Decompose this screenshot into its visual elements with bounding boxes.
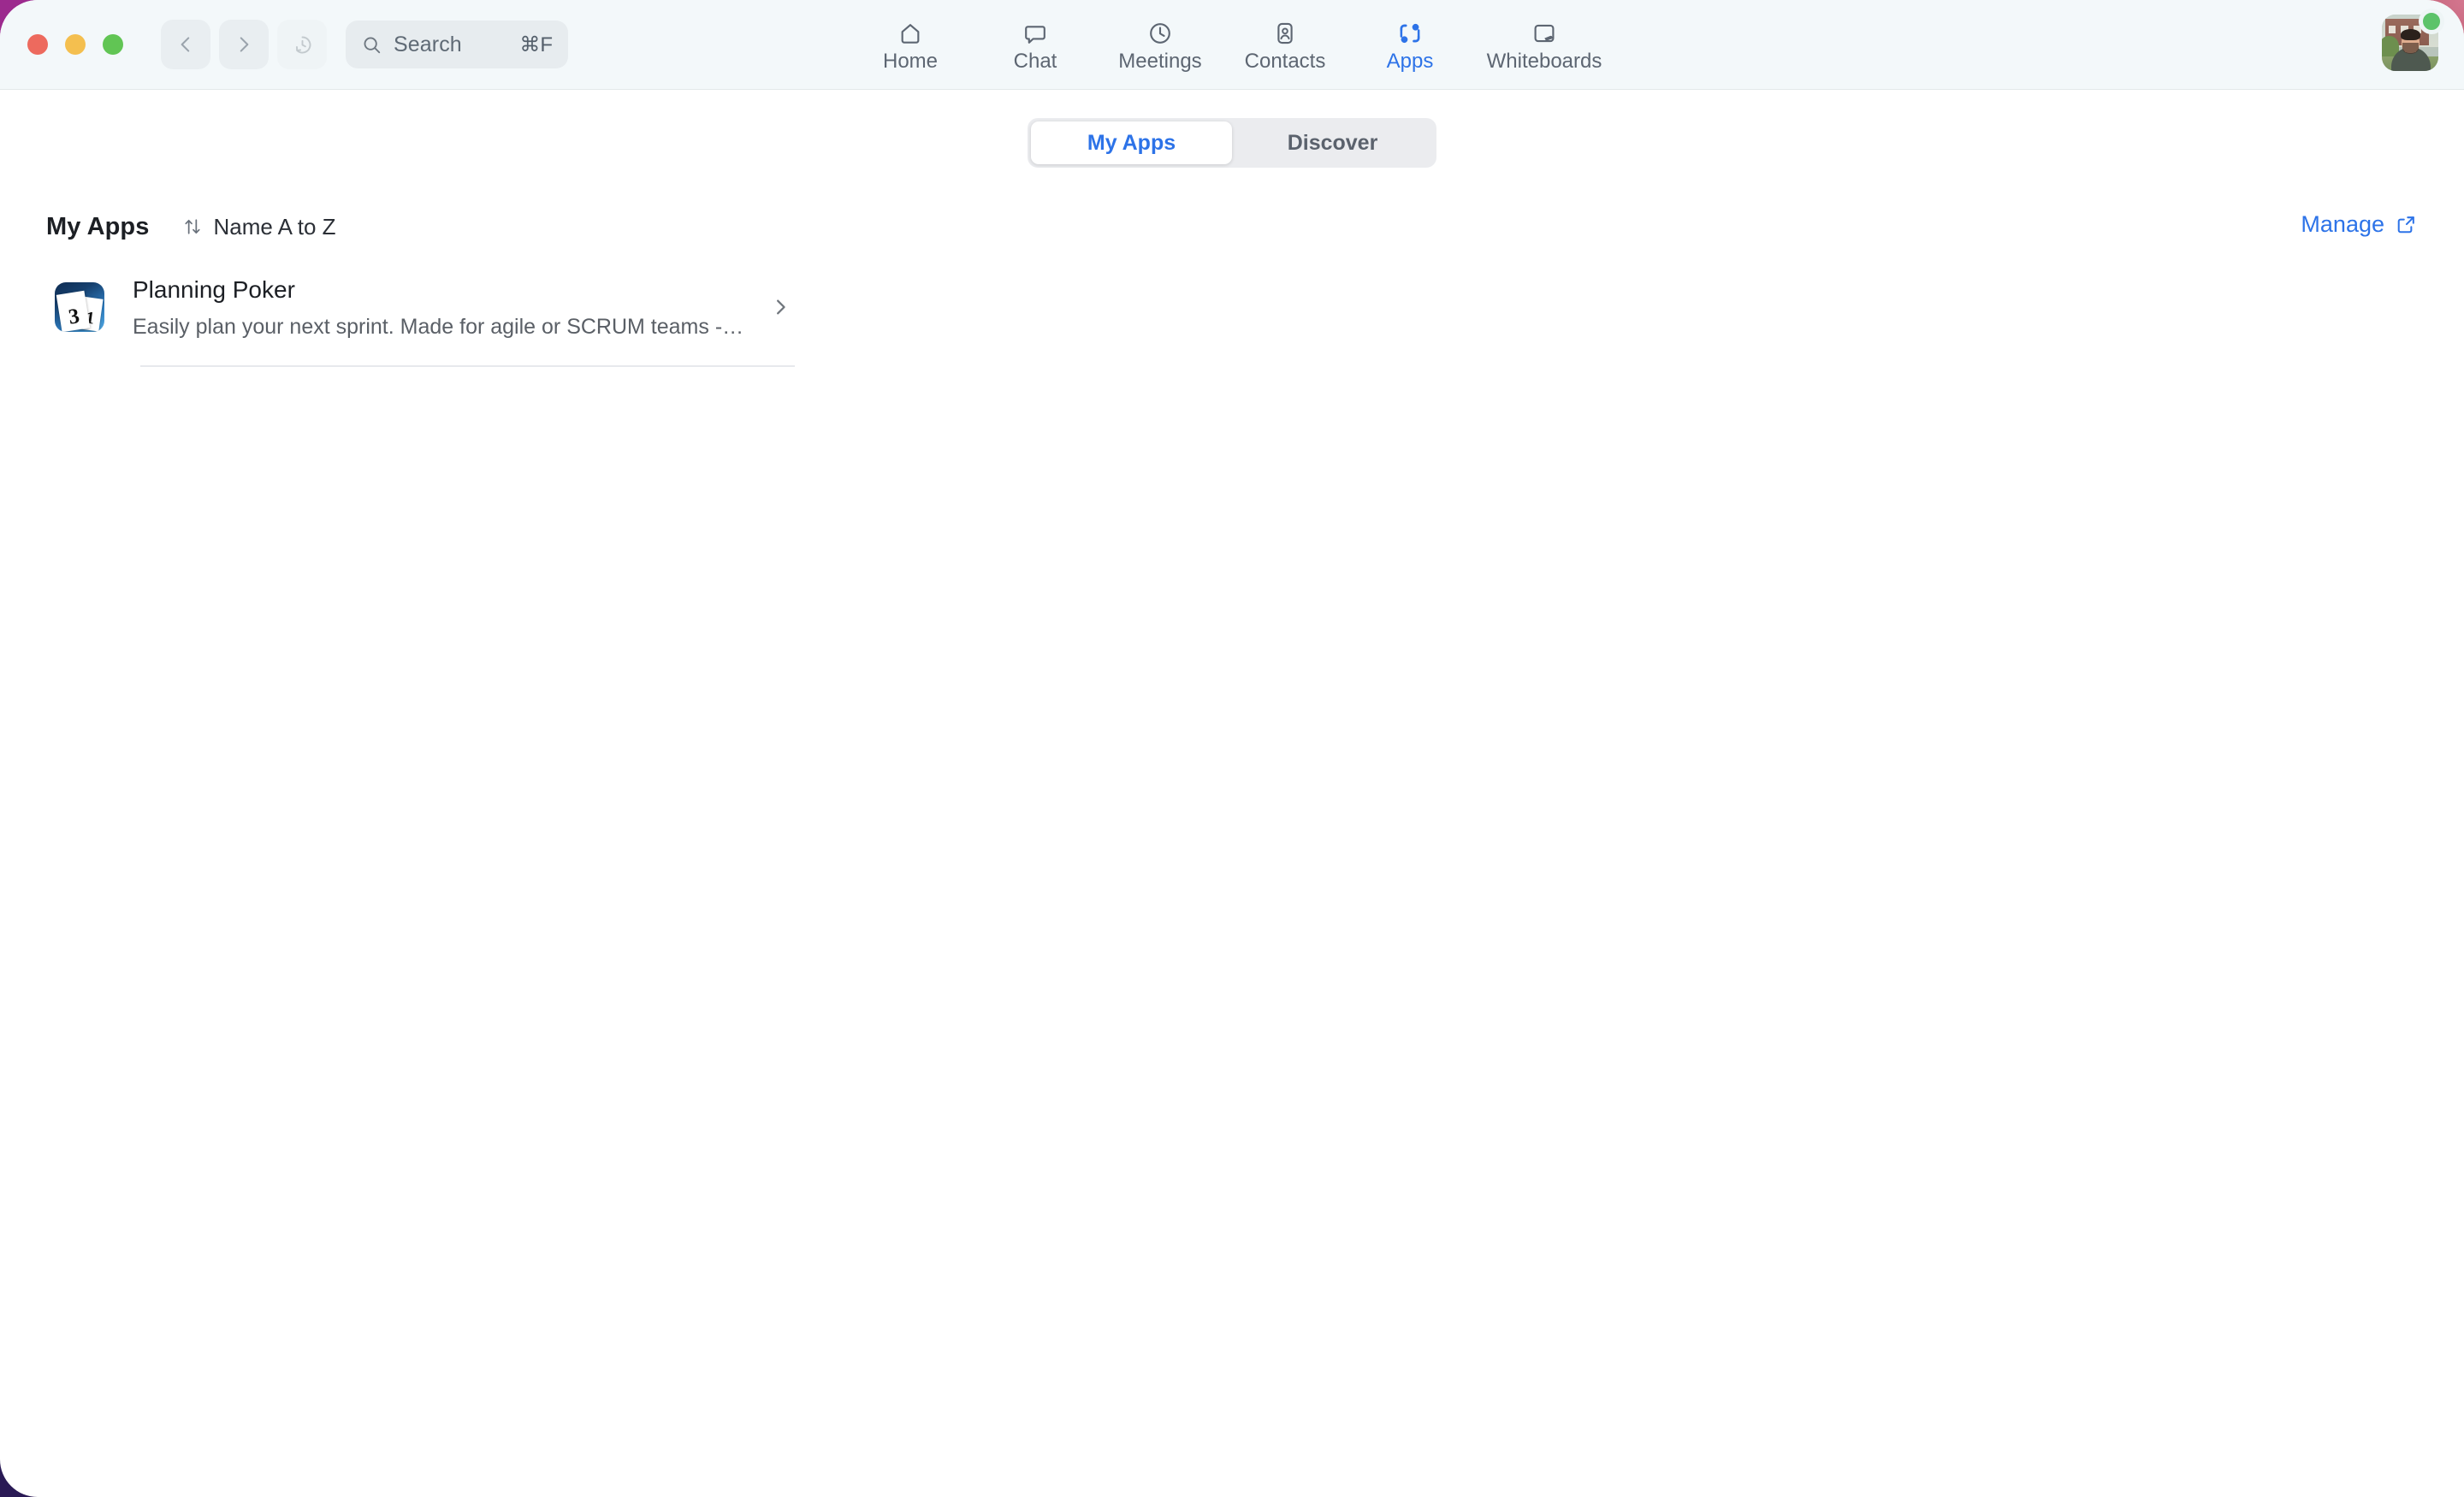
- chat-bubble-icon: [1022, 18, 1049, 47]
- apps-icon: [1396, 18, 1424, 47]
- sort-control[interactable]: Name A to Z: [181, 213, 336, 240]
- poker-card-front: 3: [56, 290, 91, 332]
- nav-tab-home-label: Home: [882, 50, 939, 73]
- nav-tab-home[interactable]: Home: [848, 0, 973, 90]
- segmented-control: My Apps Discover: [1028, 118, 1436, 168]
- avatar[interactable]: [2382, 9, 2444, 71]
- contact-card-icon: [1271, 18, 1299, 47]
- page-title: My Apps: [46, 212, 150, 240]
- section-header: My Apps Name A to Z Manage: [46, 196, 2418, 257]
- list-divider: [140, 365, 795, 367]
- tab-discover-label: Discover: [1287, 130, 1378, 155]
- nav-tab-meetings-label: Meetings: [1118, 50, 1202, 73]
- nav-tab-whiteboards-label: Whiteboards: [1486, 50, 1602, 73]
- back-button[interactable]: [161, 20, 210, 69]
- nav-tab-meetings[interactable]: Meetings: [1098, 0, 1223, 90]
- apps-view-switcher: My Apps Discover: [0, 90, 2464, 196]
- clock-rewind-icon: [295, 36, 311, 53]
- nav-tab-chat-label: Chat: [1013, 50, 1057, 73]
- open-app-button[interactable]: [769, 296, 791, 318]
- navigation-buttons: [161, 20, 327, 69]
- close-window-button[interactable]: [27, 34, 48, 55]
- search-input[interactable]: Search ⌘F: [346, 21, 568, 68]
- nav-tab-apps-label: Apps: [1386, 50, 1434, 73]
- main-content: My Apps Name A to Z Manage 1 3 Planning …: [0, 196, 2464, 367]
- status-badge: [2419, 9, 2444, 34]
- nav-tab-whiteboards[interactable]: Whiteboards: [1472, 0, 1616, 90]
- app-description: Easily plan your next sprint. Made for a…: [133, 315, 749, 339]
- whiteboard-icon: [1531, 18, 1558, 47]
- window-controls: [27, 34, 123, 55]
- main-navigation: Home Chat Meetings Contacts Apps Whitebo…: [848, 0, 1616, 90]
- sort-label: Name A to Z: [213, 213, 336, 240]
- chevron-right-icon: [777, 299, 785, 315]
- manage-link[interactable]: Manage: [2301, 211, 2418, 238]
- tab-my-apps-label: My Apps: [1087, 130, 1176, 155]
- nav-tab-chat[interactable]: Chat: [973, 0, 1098, 90]
- search-placeholder: Search: [394, 32, 462, 56]
- nav-tab-apps[interactable]: Apps: [1348, 0, 1472, 90]
- manage-label: Manage: [2301, 211, 2384, 237]
- home-icon: [897, 18, 924, 47]
- history-button[interactable]: [277, 20, 327, 69]
- forward-button[interactable]: [219, 20, 269, 69]
- planning-poker-icon: 1 3: [55, 282, 104, 332]
- titlebar: Search ⌘F Home Chat Meetings Contacts Ap…: [0, 0, 2464, 90]
- search-shortcut-hint: ⌘F: [519, 33, 553, 56]
- app-name: Planning Poker: [133, 276, 295, 303]
- sort-arrows-icon: [185, 219, 201, 234]
- nav-tab-contacts[interactable]: Contacts: [1223, 0, 1348, 90]
- apps-list: 1 3 Planning Poker Easily plan your next…: [46, 275, 2418, 367]
- chevron-right-icon: [240, 37, 249, 52]
- nav-tab-contacts-label: Contacts: [1244, 50, 1326, 73]
- app-details: Planning Poker Easily plan your next spr…: [133, 275, 749, 340]
- clock-icon: [1146, 18, 1174, 47]
- external-link-icon: [2397, 216, 2414, 234]
- minimize-window-button[interactable]: [65, 34, 86, 55]
- list-item[interactable]: 1 3 Planning Poker Easily plan your next…: [46, 275, 2418, 340]
- tab-my-apps[interactable]: My Apps: [1031, 121, 1232, 164]
- tab-discover[interactable]: Discover: [1232, 121, 1433, 164]
- chevron-left-icon: [181, 37, 190, 52]
- maximize-window-button[interactable]: [103, 34, 123, 55]
- search-icon: [364, 37, 381, 53]
- zoom-app-window: Search ⌘F Home Chat Meetings Contacts Ap…: [0, 0, 2464, 1497]
